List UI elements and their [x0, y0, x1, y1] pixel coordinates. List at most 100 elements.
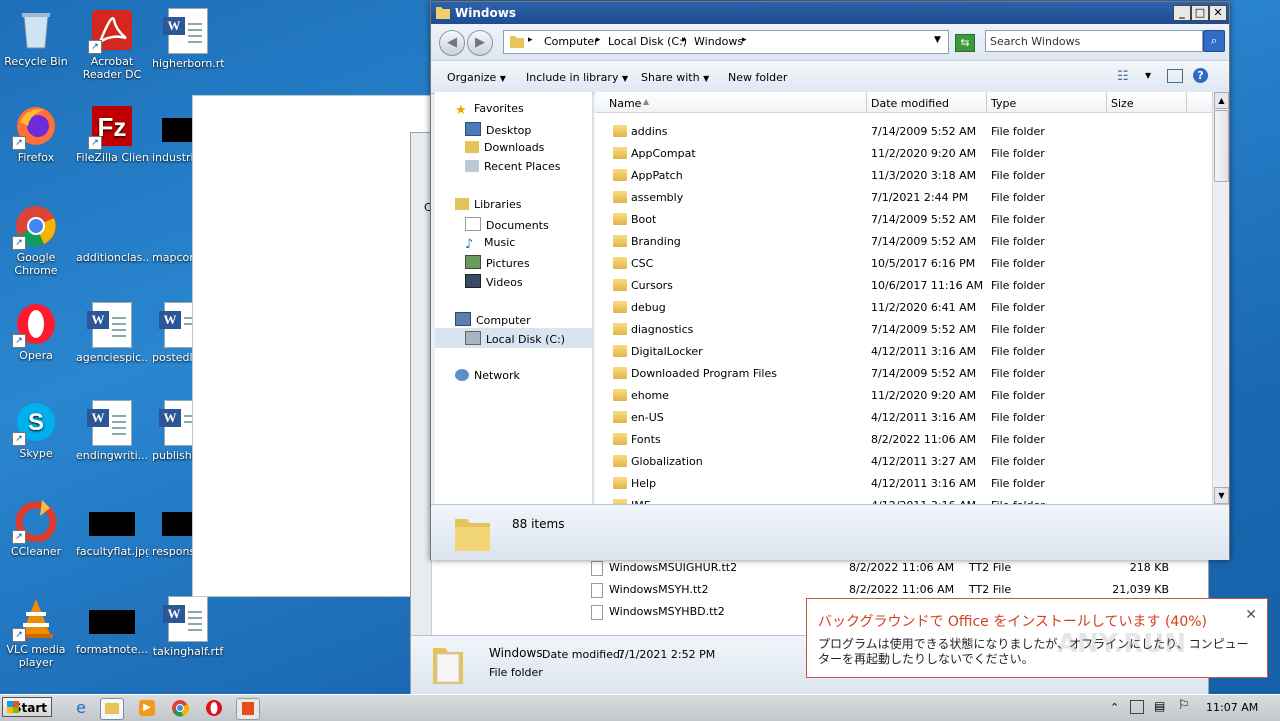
desktop-icon-acrobat[interactable]: ↗ Acrobat Reader DC [76, 8, 148, 81]
file-row[interactable]: DigitalLocker 4/12/2011 3:16 AM File folde… [595, 340, 1212, 362]
desktop-icon-recycle-bin[interactable]: Recycle Bin [0, 8, 72, 68]
file-row[interactable]: ehome 11/2/2020 9:20 AM File folder [595, 384, 1212, 406]
maximize-button[interactable]: □ [1191, 5, 1209, 21]
desktop-icon-respons[interactable]: respons [152, 498, 192, 558]
refresh-icon[interactable]: ⇆ [955, 34, 975, 52]
column-divider[interactable] [1106, 92, 1107, 112]
desktop-icon-opera[interactable]: ↗ Opera [0, 302, 72, 362]
desktop-icon-higherborn[interactable]: W higherborn.rtf [152, 8, 224, 70]
file-row[interactable]: Globalization 4/12/2011 3:27 AM File folde… [595, 450, 1212, 472]
nav-videos[interactable]: Videos [465, 274, 523, 289]
column-header-date[interactable]: Date modified [871, 97, 949, 110]
file-row[interactable]: assembly 7/1/2021 2:44 PM File folder [595, 186, 1212, 208]
address-bar[interactable]: ▸ Computer ▸ Local Disk (C:) ▸ Windows ▸… [503, 30, 949, 54]
vertical-scrollbar[interactable]: ▲ ▼ [1212, 92, 1229, 504]
desktop-icon-mapcom[interactable]: mapcom [152, 204, 192, 264]
desktop-icon-skype[interactable]: S ↗ Skype [0, 400, 72, 460]
desktop-icon-formatnote[interactable]: formatnote... [76, 596, 148, 656]
breadcrumb-windows[interactable]: Windows [694, 35, 743, 48]
desktop-icon-postedli[interactable]: W postedli [152, 302, 192, 364]
help-icon[interactable]: ? [1193, 68, 1208, 83]
file-row[interactable]: IME4/12/2011 3:16 AMFile folder [595, 494, 1212, 504]
start-button[interactable]: Start [2, 697, 52, 717]
column-divider[interactable] [866, 92, 867, 112]
media-player-icon[interactable]: ▶ [136, 698, 158, 718]
nav-documents[interactable]: Documents [465, 217, 549, 232]
close-button[interactable]: ✕ [1209, 5, 1227, 21]
chevron-down-icon[interactable]: ▼ [1145, 71, 1151, 80]
column-divider[interactable] [1186, 92, 1187, 112]
file-row[interactable]: Cursors 10/6/2017 11:16 AM File folder [595, 274, 1212, 296]
search-input[interactable]: Search Windows [985, 30, 1203, 52]
search-icon[interactable]: ⌕ [1203, 30, 1225, 52]
desktop-icon-google-chrome[interactable]: ↗ Google Chrome [0, 204, 72, 277]
opera-taskbar-icon[interactable] [204, 698, 226, 718]
file-row[interactable]: Branding 7/14/2009 5:52 AM File folder [595, 230, 1212, 252]
desktop-icon-agenciespic[interactable]: W agenciespic... [76, 302, 148, 364]
internet-explorer-icon[interactable]: e [70, 698, 92, 718]
desktop-icon-takinghalf[interactable]: W takinghalf.rtf [152, 596, 224, 658]
title-bar[interactable]: Windows _ □ ✕ [431, 2, 1229, 24]
nav-desktop[interactable]: Desktop [465, 122, 531, 137]
column-divider[interactable] [986, 92, 987, 112]
new-folder-button[interactable]: New folder [728, 71, 787, 84]
view-options-icon[interactable]: ☷ [1117, 69, 1129, 84]
close-icon[interactable]: ✕ [1245, 607, 1257, 623]
desktop-icon-vlc[interactable]: ↗ VLC media player [0, 596, 72, 669]
nav-computer[interactable]: Computer [455, 312, 531, 327]
column-header-size[interactable]: Size [1111, 97, 1134, 110]
chevron-down-icon[interactable]: ▼ [934, 35, 941, 45]
scrollbar-thumb[interactable] [1214, 110, 1229, 182]
file-row[interactable]: AppCompat 11/2/2020 9:20 AM File folder [595, 142, 1212, 164]
forward-button[interactable]: ▶ [467, 30, 493, 56]
nav-recent-places[interactable]: Recent Places [465, 160, 561, 173]
column-header-name[interactable]: Name [609, 97, 641, 110]
preview-pane-icon[interactable] [1167, 69, 1183, 83]
nav-network[interactable]: Network [455, 369, 520, 382]
nav-music[interactable]: ♪ Music [465, 236, 515, 252]
nav-downloads[interactable]: Downloads [465, 141, 544, 154]
desktop-icon-facultyflat[interactable]: facultyflat.jpg [76, 498, 148, 558]
clock[interactable]: 11:07 AM [1206, 701, 1258, 714]
flag-icon[interactable]: ⚐ [1178, 698, 1190, 713]
file-row[interactable]: Downloaded Program Files 7/14/2009 5:52 A… [595, 362, 1212, 384]
background-blank-window[interactable] [192, 95, 434, 597]
organize-button[interactable]: Organize ▼ [447, 71, 506, 84]
file-row[interactable]: diagnostics 7/14/2009 5:52 AM File folder [595, 318, 1212, 340]
show-hidden-icons-button[interactable]: ⌃ [1110, 701, 1119, 714]
file-row[interactable]: CSC 10/5/2017 6:16 PM File folder [595, 252, 1212, 274]
desktop-icon-ccleaner[interactable]: ↗ CCleaner [0, 498, 72, 558]
nav-favorites[interactable]: ★ Favorites [455, 102, 524, 118]
minimize-button[interactable]: _ [1173, 5, 1191, 21]
scroll-down-arrow[interactable]: ▼ [1214, 487, 1229, 504]
nav-libraries[interactable]: Libraries [455, 198, 522, 211]
desktop-icon-additionclas[interactable]: additionclas... [76, 204, 148, 264]
file-row[interactable]: Help 4/12/2011 3:16 AM File folder [595, 472, 1212, 494]
desktop-icon-industria[interactable]: industria [152, 104, 192, 164]
explorer-window[interactable]: Windows _ □ ✕ ◀ ▶ ▸ Computer ▸ Local Dis… [430, 1, 1230, 560]
nav-pictures[interactable]: Pictures [465, 255, 530, 270]
desktop-icon-publishe[interactable]: W publishe [152, 400, 192, 462]
office-install-notification[interactable]: バックグラウンドで Office をインストールしています (40%) ✕ プロ… [806, 598, 1268, 678]
file-row[interactable]: AppPatch 11/3/2020 3:18 AM File folder [595, 164, 1212, 186]
column-header-type[interactable]: Type [991, 97, 1016, 110]
chrome-taskbar-icon[interactable] [170, 698, 192, 718]
network-tray-icon[interactable]: ▤ [1154, 699, 1165, 713]
desktop-icon-endingwriti[interactable]: W endingwriti... [76, 400, 148, 462]
share-with-button[interactable]: Share with ▼ [641, 71, 709, 84]
action-center-icon[interactable] [1130, 700, 1144, 714]
file-row[interactable]: Boot 7/14/2009 5:52 AM File folder [595, 208, 1212, 230]
breadcrumb-computer[interactable]: Computer [544, 35, 599, 48]
include-in-library-button[interactable]: Include in library ▼ [526, 71, 628, 84]
office-taskbar-icon[interactable] [236, 698, 260, 720]
desktop-icon-firefox[interactable]: ↗ Firefox [0, 104, 72, 164]
nav-local-disk-selected[interactable]: Local Disk (C:) [435, 328, 592, 348]
file-row[interactable]: en-US 4/12/2011 3:16 AM File folder [595, 406, 1212, 428]
breadcrumb-local-disk[interactable]: Local Disk (C:) [608, 35, 687, 48]
file-row[interactable]: debug 11/2/2020 6:41 AM File folder [595, 296, 1212, 318]
back-button[interactable]: ◀ [439, 30, 465, 56]
file-row[interactable]: addins 7/14/2009 5:52 AM File folder [595, 120, 1212, 142]
file-row[interactable]: Fonts 8/2/2022 11:06 AM File folder [595, 428, 1212, 450]
explorer-taskbar-button[interactable] [100, 698, 124, 720]
scroll-up-arrow[interactable]: ▲ [1214, 92, 1229, 109]
